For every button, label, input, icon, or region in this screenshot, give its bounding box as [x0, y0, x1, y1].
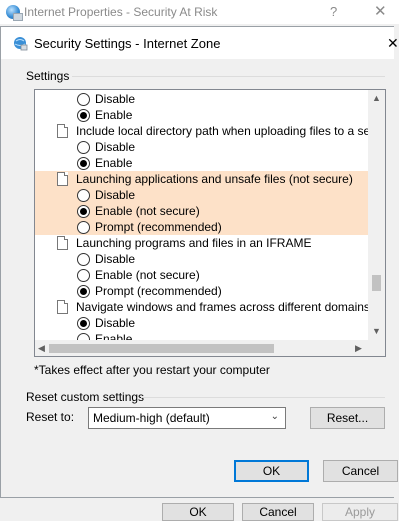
setting-label: Disable [95, 316, 136, 330]
setting-header: Navigate windows and frames across diffe… [35, 299, 368, 315]
chevron-down-icon: ⌄ [270, 411, 279, 422]
radio-selected-icon[interactable] [77, 317, 90, 330]
ok-button-label: OK [262, 464, 281, 478]
dialog-close-icon[interactable]: ✕ [387, 35, 399, 52]
internet-globe-icon [6, 5, 23, 21]
dialog-title: Security Settings - Internet Zone [34, 35, 221, 51]
security-settings-dialog: Security Settings - Internet Zone ✕ Sett… [0, 26, 399, 498]
setting-option[interactable]: Disable [35, 91, 368, 107]
setting-label: Disable [95, 252, 136, 266]
radio-unselected-icon[interactable] [77, 333, 90, 340]
setting-option[interactable]: Prompt (recommended) [35, 283, 368, 299]
scroll-down-icon[interactable]: ▼ [372, 326, 381, 336]
settings-listbox[interactable]: Disable Enable Include local directory pat… [34, 89, 386, 357]
setting-label: Enable (not secure) [95, 268, 200, 282]
security-settings-icon [14, 36, 28, 50]
setting-label: Prompt (recommended) [95, 284, 222, 298]
setting-label: Include local directory path when upload… [76, 124, 368, 138]
ok-button[interactable]: OK [234, 460, 309, 482]
reset-group-divider [141, 397, 385, 398]
horizontal-scrollbar[interactable]: ◀ ▶ [35, 340, 368, 356]
setting-document-icon [57, 124, 68, 138]
setting-option[interactable]: Enable [35, 107, 368, 123]
setting-option[interactable]: Disable [35, 251, 368, 267]
reset-level-select[interactable]: Medium-high (default) ⌄ [88, 407, 286, 429]
setting-label: Disable [95, 92, 136, 106]
help-icon[interactable]: ? [330, 4, 337, 19]
scroll-right-icon[interactable]: ▶ [355, 343, 362, 354]
radio-unselected-icon[interactable] [77, 141, 90, 154]
setting-option[interactable]: Enable [35, 155, 368, 171]
setting-label: Enable [95, 332, 133, 340]
settings-list: Disable Enable Include local directory pat… [35, 90, 368, 340]
close-icon[interactable]: ✕ [374, 2, 387, 20]
setting-option[interactable]: Disable [35, 315, 368, 331]
setting-option[interactable]: Prompt (recommended) [35, 219, 368, 235]
setting-label: Enable (not secure) [95, 204, 200, 218]
reset-group-label: Reset custom settings [26, 390, 145, 404]
settings-group-label: Settings [26, 69, 70, 83]
setting-document-icon [57, 172, 68, 186]
radio-selected-icon[interactable] [77, 157, 90, 170]
settings-group-divider [72, 76, 385, 77]
setting-label: Enable [95, 108, 133, 122]
setting-label: Launching programs and files in an IFRAM… [76, 236, 312, 250]
setting-header: Include local directory path when upload… [35, 123, 368, 139]
radio-selected-icon[interactable] [77, 205, 90, 218]
restart-note: *Takes effect after you restart your com… [34, 363, 270, 377]
setting-document-icon [57, 300, 68, 314]
vertical-scroll-thumb[interactable] [372, 275, 381, 291]
parent-cancel-button[interactable]: Cancel [242, 503, 314, 521]
setting-header: Launching applications and unsafe files … [35, 171, 368, 187]
dialog-titlebar: Security Settings - Internet Zone [1, 27, 394, 59]
vertical-scrollbar[interactable]: ▲ ▼ [368, 90, 385, 340]
parent-window-title: Internet Properties - Security At Risk [24, 5, 218, 19]
scroll-left-icon[interactable]: ◀ [38, 343, 45, 354]
reset-level-value: Medium-high (default) [93, 411, 210, 425]
parent-ok-button[interactable]: OK [162, 503, 234, 521]
setting-header: Launching programs and files in an IFRAM… [35, 235, 368, 251]
setting-option[interactable]: Disable [35, 139, 368, 155]
setting-option[interactable]: Enable [35, 331, 368, 340]
setting-label: Launching applications and unsafe files … [76, 172, 353, 186]
scroll-up-icon[interactable]: ▲ [372, 93, 381, 103]
setting-label: Enable [95, 156, 133, 170]
reset-to-label: Reset to: [26, 410, 75, 424]
setting-option[interactable]: Enable (not secure) [35, 267, 368, 283]
radio-selected-icon[interactable] [77, 109, 90, 122]
radio-selected-icon[interactable] [77, 285, 90, 298]
parent-titlebar: Internet Properties - Security At Risk [0, 0, 399, 24]
setting-label: Disable [95, 188, 136, 202]
setting-option[interactable]: Enable (not secure) [35, 203, 368, 219]
setting-label: Disable [95, 140, 136, 154]
radio-unselected-icon[interactable] [77, 221, 90, 234]
setting-document-icon [57, 236, 68, 250]
radio-unselected-icon[interactable] [77, 93, 90, 106]
radio-unselected-icon[interactable] [77, 269, 90, 282]
radio-unselected-icon[interactable] [77, 253, 90, 266]
reset-button[interactable]: Reset... [310, 407, 385, 429]
radio-unselected-icon[interactable] [77, 189, 90, 202]
scrollbar-corner [368, 340, 385, 356]
parent-apply-button[interactable]: Apply [322, 503, 398, 521]
horizontal-scroll-thumb[interactable] [49, 344, 274, 353]
setting-label: Navigate windows and frames across diffe… [76, 300, 368, 314]
setting-label: Prompt (recommended) [95, 220, 222, 234]
setting-option[interactable]: Disable [35, 187, 368, 203]
cancel-button[interactable]: Cancel [323, 460, 398, 482]
